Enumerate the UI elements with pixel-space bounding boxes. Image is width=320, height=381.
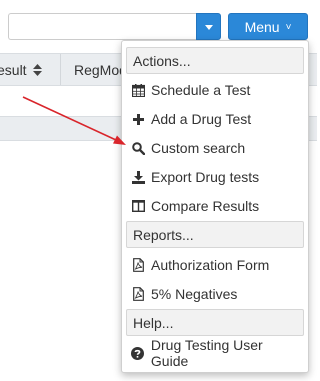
menu-item-add-drug-test[interactable]: Add a Drug Test [131, 108, 303, 130]
search-icon [131, 141, 145, 155]
download-icon [131, 170, 145, 184]
menu-item-label: Compare Results [151, 198, 260, 214]
pdf-file-icon [131, 258, 145, 272]
menu-section-reports-label: Reports... [133, 226, 194, 243]
search-dropdown-toggle[interactable] [196, 13, 221, 40]
menu-item-authorization-form[interactable]: Authorization Form [131, 254, 303, 276]
pdf-file-icon [131, 287, 145, 301]
column-header-regmod-label: RegMod [74, 61, 127, 78]
menu-section-help-label: Help... [133, 314, 174, 331]
menu-section-help[interactable]: Help... [126, 309, 304, 336]
menu-item-label: Add a Drug Test [151, 111, 252, 127]
menu-item-compare-results[interactable]: Compare Results [131, 195, 303, 217]
menu-item-user-guide[interactable]: Drug Testing User Guide [131, 337, 303, 369]
menu-item-custom-search[interactable]: Custom search [131, 137, 303, 159]
menu-button[interactable]: Menu ˅ [228, 13, 308, 40]
plus-icon [131, 112, 145, 126]
column-header-regmod[interactable]: RegMod [74, 54, 127, 85]
menu-item-export-drug-tests[interactable]: Export Drug tests [131, 166, 303, 188]
dropdown-menu: Actions... Schedule a Test Add a Drug Te [121, 40, 309, 373]
search-input[interactable] [8, 13, 196, 40]
columns-icon [131, 199, 145, 213]
menu-button-label: Menu [244, 18, 280, 35]
question-circle-icon [131, 346, 145, 360]
calendar-icon [131, 83, 145, 97]
menu-section-actions-label: Actions... [133, 52, 191, 69]
menu-item-schedule-test[interactable]: Schedule a Test [131, 79, 303, 101]
menu-item-label: Schedule a Test [151, 82, 251, 98]
menu-section-reports[interactable]: Reports... [126, 221, 304, 248]
menu-item-five-percent-negatives[interactable]: 5% Negatives [131, 283, 303, 305]
menu-item-label: 5% Negatives [151, 286, 238, 302]
menu-item-label: Authorization Form [151, 257, 270, 273]
column-header-result[interactable]: esult [0, 54, 61, 85]
caret-down-icon [205, 25, 213, 30]
menu-item-label: Custom search [151, 140, 246, 156]
menu-item-label: Drug Testing User Guide [150, 337, 263, 369]
menu-section-actions[interactable]: Actions... [126, 47, 304, 74]
sort-icon[interactable] [32, 63, 42, 76]
column-header-result-label: esult [0, 61, 27, 78]
menu-item-label: Export Drug tests [151, 169, 260, 185]
chevron-down-icon: ˅ [285, 22, 292, 33]
